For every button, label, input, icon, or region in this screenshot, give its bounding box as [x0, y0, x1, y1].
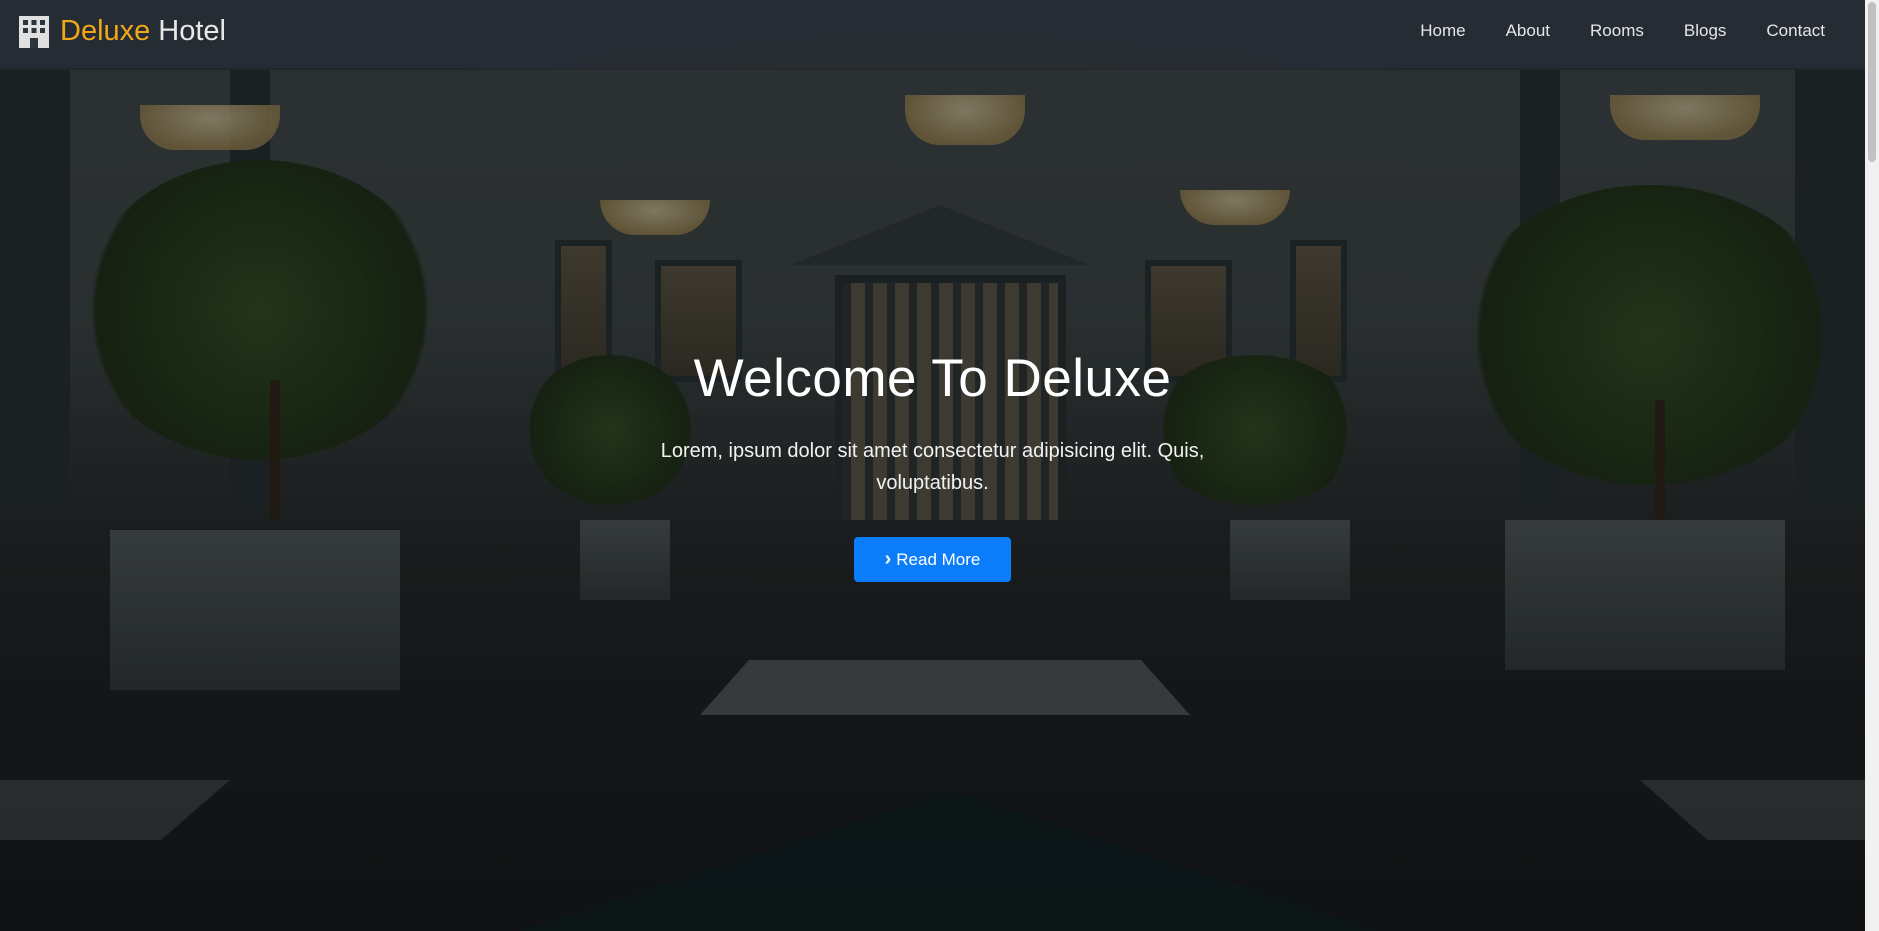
read-more-label: Read More [896, 549, 981, 569]
hero-title: Welcome To Deluxe [693, 349, 1172, 408]
brand-logo-link[interactable]: Deluxe Hotel [18, 14, 226, 48]
top-navbar: Deluxe Hotel Home About Rooms Blogs Cont… [0, 0, 1865, 68]
brand-name-rest: Hotel [158, 14, 226, 47]
hotel-building-icon [19, 16, 49, 48]
scrollbar-thumb[interactable] [1868, 2, 1876, 162]
read-more-button[interactable]: › Read More [854, 537, 1011, 582]
chevron-right-icon: › [884, 548, 892, 570]
page-scrollbar[interactable] [1865, 0, 1879, 931]
nav-link-home[interactable]: Home [1420, 21, 1465, 41]
nav-link-about[interactable]: About [1506, 21, 1550, 41]
nav-link-rooms[interactable]: Rooms [1590, 21, 1644, 41]
nav-link-blogs[interactable]: Blogs [1684, 21, 1727, 41]
brand-name-accent: Deluxe [60, 14, 151, 47]
main-nav: Home About Rooms Blogs Contact [1380, 21, 1825, 41]
hero-description: Lorem, ipsum dolor sit amet consectetur … [660, 440, 1205, 494]
hero-content: Welcome To Deluxe Lorem, ipsum dolor sit… [0, 348, 1865, 582]
nav-link-contact[interactable]: Contact [1766, 21, 1825, 41]
